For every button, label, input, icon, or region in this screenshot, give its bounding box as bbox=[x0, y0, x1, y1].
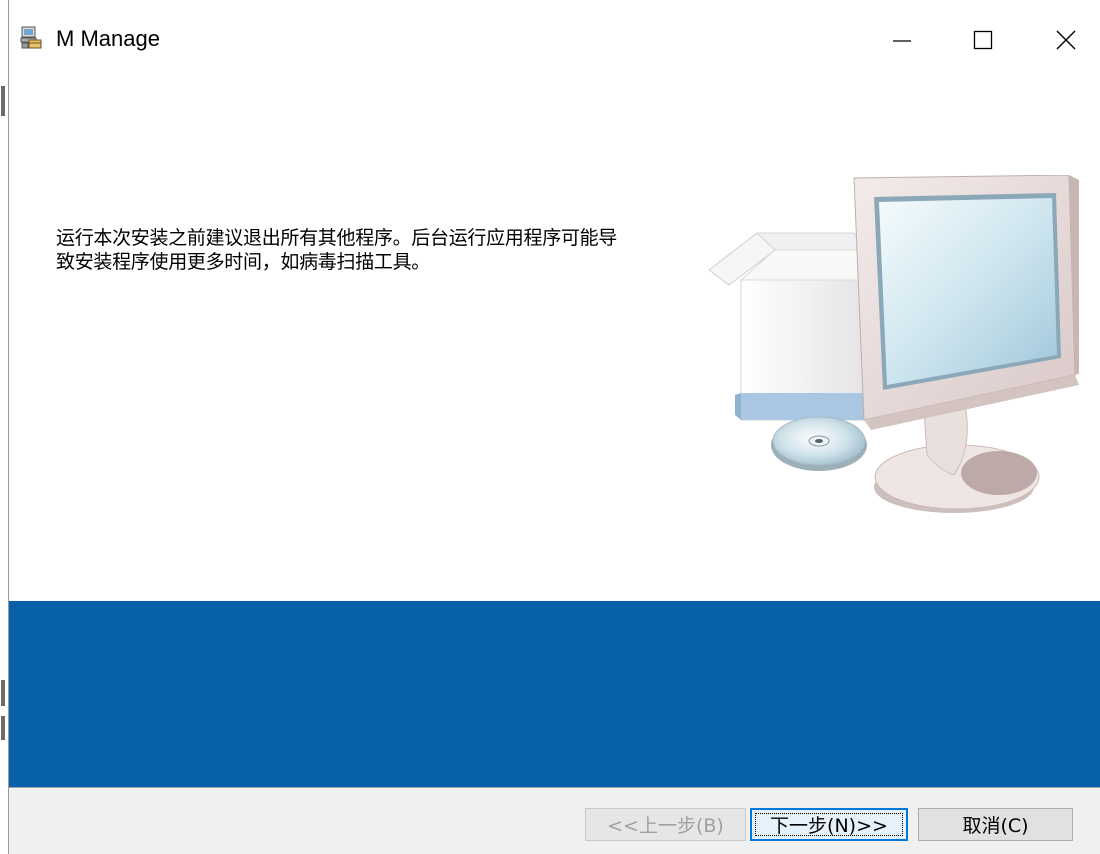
maximize-icon bbox=[973, 30, 993, 50]
edge-mark bbox=[1, 86, 5, 116]
instruction-line: 运行本次安装之前建议退出所有其他程序。后台运行应用程序可能导 bbox=[56, 227, 618, 249]
button-bar: <<上一步(B) 下一步(N)>> 取消(C) bbox=[9, 793, 1100, 854]
close-icon bbox=[1056, 30, 1076, 50]
cancel-button[interactable]: 取消(C) bbox=[918, 808, 1073, 841]
minimize-icon bbox=[893, 40, 911, 42]
installer-icon bbox=[19, 25, 43, 49]
edge-mark bbox=[1, 680, 5, 706]
next-button[interactable]: 下一步(N)>> bbox=[750, 808, 908, 841]
background-window-edge bbox=[0, 0, 9, 854]
minimize-button[interactable] bbox=[870, 0, 934, 80]
window-title: M Manage bbox=[56, 26, 160, 51]
instruction-line: 致安装程序使用更多时间，如病毒扫描工具。 bbox=[56, 251, 431, 273]
title-bar[interactable]: M Manage bbox=[9, 0, 1100, 80]
instruction-text: 运行本次安装之前建议退出所有其他程序。后台运行应用程序可能导 致安装程序使用更多… bbox=[56, 226, 776, 274]
blue-banner bbox=[9, 601, 1100, 787]
maximize-button[interactable] bbox=[951, 0, 1015, 80]
back-button[interactable]: <<上一步(B) bbox=[585, 808, 746, 841]
computer-setup-illustration bbox=[708, 175, 1079, 513]
installer-window: M Manage 运行本次安装之前建议退出所有其他程序。后台运行应用程序可能导 … bbox=[0, 0, 1100, 854]
welcome-panel: 运行本次安装之前建议退出所有其他程序。后台运行应用程序可能导 致安装程序使用更多… bbox=[9, 80, 1100, 601]
edge-mark bbox=[1, 716, 5, 740]
close-button[interactable] bbox=[1034, 0, 1098, 80]
focus-rectangle bbox=[755, 813, 903, 836]
